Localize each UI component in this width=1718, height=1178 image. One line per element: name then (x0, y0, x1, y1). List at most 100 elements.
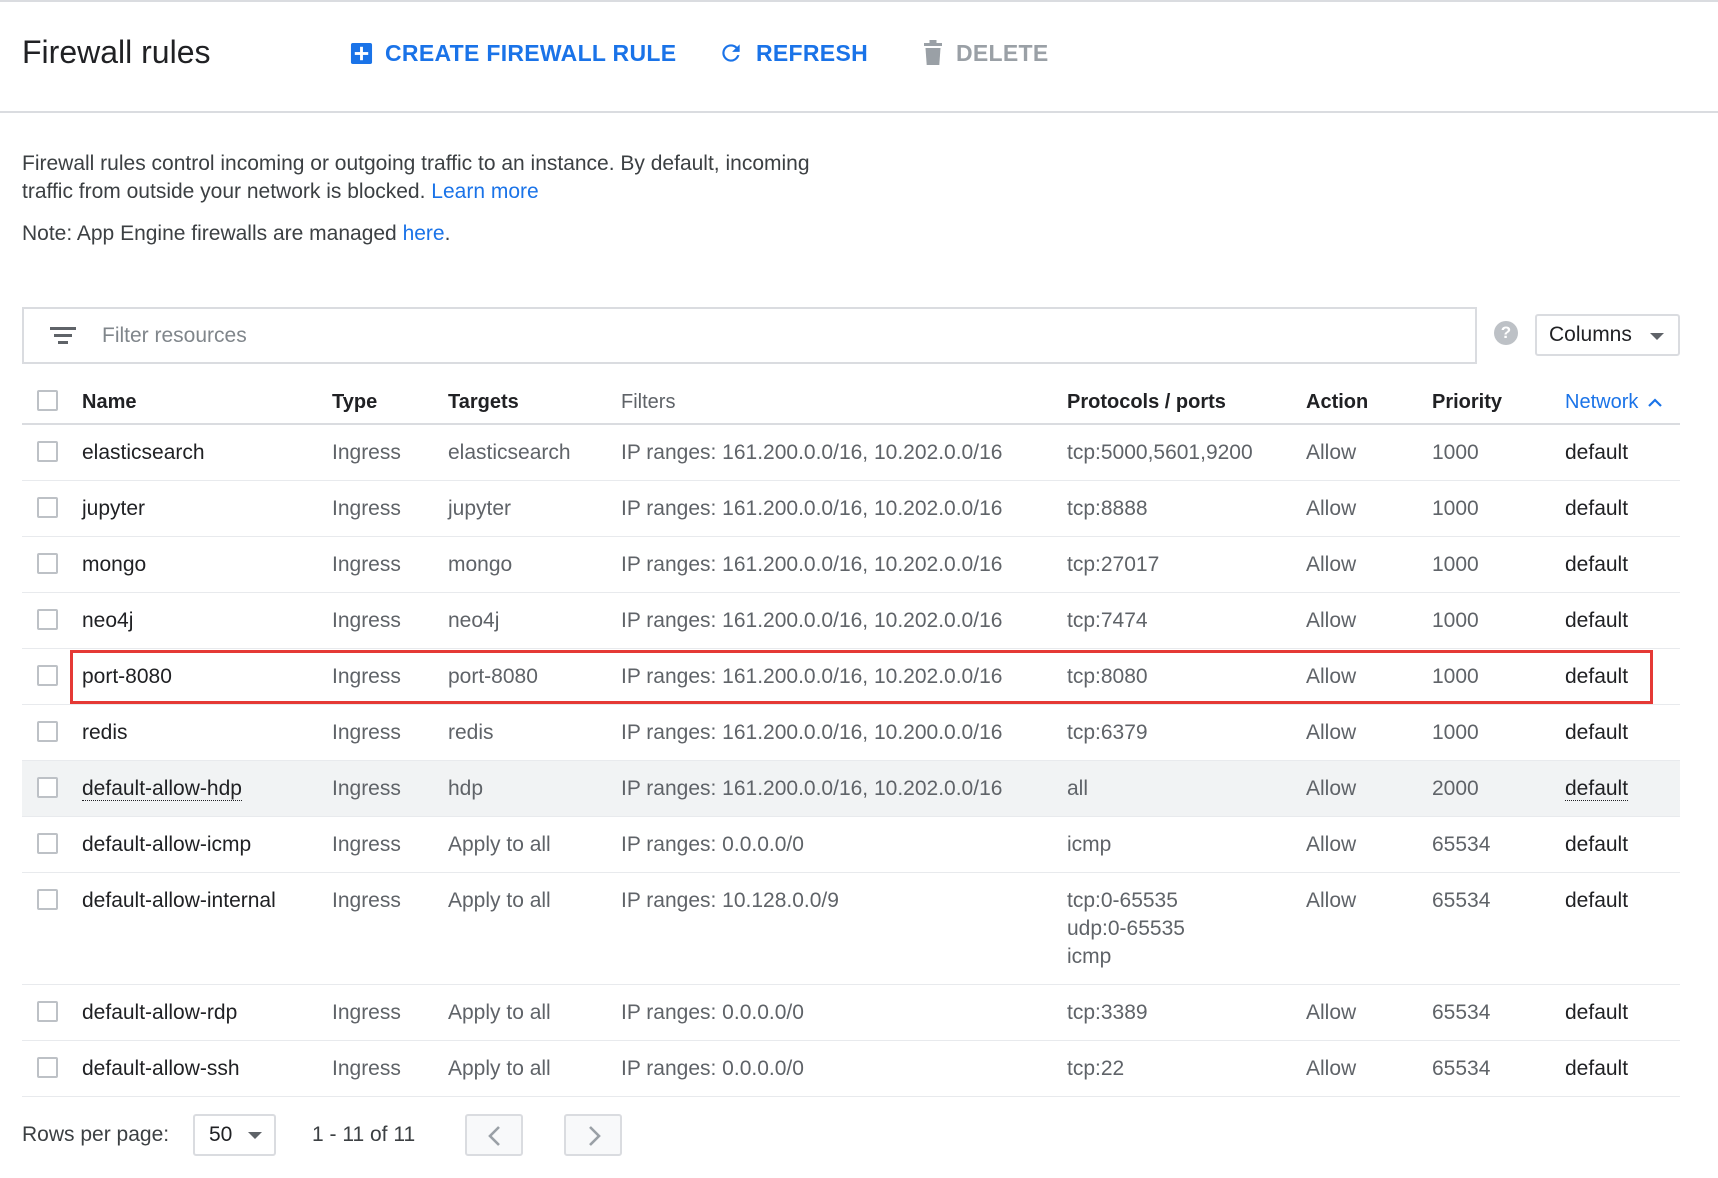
row-checkbox[interactable] (37, 609, 58, 630)
rule-name[interactable]: default-allow-icmp (82, 831, 251, 859)
chevron-right-icon (589, 1126, 601, 1146)
rule-name[interactable]: mongo (82, 551, 146, 579)
rule-name[interactable]: neo4j (82, 607, 133, 635)
row-checkbox[interactable] (37, 497, 58, 518)
rule-action: Allow (1306, 889, 1357, 912)
rule-filters: IP ranges: 0.0.0.0/0 (621, 1001, 804, 1024)
table-row[interactable]: elasticsearch Ingress elasticsearch IP rang… (22, 425, 1680, 481)
caret-down-icon (1650, 333, 1664, 340)
row-checkbox[interactable] (37, 553, 58, 574)
table-row[interactable]: default-allow-rdp Ingress Apply to all IP r… (22, 985, 1680, 1041)
refresh-button[interactable]: REFRESH (718, 38, 868, 68)
rule-protocols: all (1067, 775, 1088, 803)
create-firewall-rule-label: CREATE FIREWALL RULE (385, 40, 677, 66)
column-header-action[interactable]: Action (1306, 391, 1368, 414)
table-row[interactable]: default-allow-ssh Ingress Apply to all IP r… (22, 1041, 1680, 1097)
create-firewall-rule-button[interactable]: CREATE FIREWALL RULE (350, 38, 676, 68)
table-row[interactable]: port-8080 Ingress port-8080 IP ranges: 161.… (22, 649, 1680, 705)
rule-targets: elasticsearch (448, 441, 571, 464)
rule-network[interactable]: default (1565, 831, 1628, 859)
rule-action: Allow (1306, 553, 1357, 576)
rule-network[interactable]: default (1565, 719, 1628, 747)
rule-name[interactable]: redis (82, 719, 128, 747)
row-checkbox[interactable] (37, 665, 58, 686)
rule-name[interactable]: default-allow-hdp (82, 775, 242, 803)
rule-targets: Apply to all (448, 1057, 551, 1080)
rule-name[interactable]: default-allow-ssh (82, 1055, 240, 1083)
row-checkbox[interactable] (37, 777, 58, 798)
rule-protocol-entry: tcp:6379 (1067, 721, 1148, 744)
rule-network[interactable]: default (1565, 495, 1628, 523)
column-header-filters: Filters (621, 391, 676, 413)
column-header-name[interactable]: Name (82, 391, 136, 414)
columns-dropdown[interactable]: Columns (1535, 314, 1680, 356)
rule-protocol-entry: icmp (1067, 833, 1112, 856)
rule-name[interactable]: default-allow-rdp (82, 999, 237, 1027)
row-checkbox[interactable] (37, 441, 58, 462)
rule-protocols: icmp (1067, 831, 1111, 859)
rule-name[interactable]: port-8080 (82, 663, 172, 691)
rule-priority: 1000 (1432, 721, 1479, 744)
app-engine-here-link[interactable]: here (403, 222, 445, 245)
rule-name[interactable]: jupyter (82, 495, 145, 523)
rule-filters: IP ranges: 161.200.0.0/16, 10.202.0.0/16 (621, 777, 1003, 800)
rule-network[interactable]: default (1565, 775, 1629, 803)
rule-action: Allow (1306, 497, 1357, 520)
row-checkbox[interactable] (37, 889, 58, 910)
column-header-targets[interactable]: Targets (448, 391, 519, 414)
row-checkbox[interactable] (37, 1057, 58, 1078)
rule-targets: Apply to all (448, 1001, 551, 1024)
table-row[interactable]: neo4j Ingress neo4j IP ranges: 161.200.0.0/… (22, 593, 1680, 649)
column-header-priority[interactable]: Priority (1432, 391, 1502, 414)
learn-more-link[interactable]: Learn more (431, 180, 538, 203)
intro-description: Firewall rules control incoming or outgo… (22, 150, 842, 206)
page-title: Firewall rules (22, 34, 211, 70)
table-row[interactable]: default-allow-internal Ingress Apply to al… (22, 873, 1680, 985)
rule-network[interactable]: default (1565, 1055, 1628, 1083)
row-checkbox[interactable] (37, 721, 58, 742)
rule-protocol-entry: tcp:22 (1067, 1057, 1125, 1080)
rule-type: Ingress (332, 777, 401, 800)
rule-name[interactable]: default-allow-internal (82, 887, 276, 915)
column-header-network[interactable]: Network (1565, 391, 1663, 414)
table-row[interactable]: jupyter Ingress jupyter IP ranges: 161.200.… (22, 481, 1680, 537)
rule-protocol-entry: tcp:3389 (1067, 1001, 1148, 1024)
rule-filters: IP ranges: 0.0.0.0/0 (621, 1057, 804, 1080)
rule-network[interactable]: default (1565, 607, 1628, 635)
note-text: Note: App Engine firewalls are managed (22, 222, 403, 245)
rule-network[interactable]: default (1565, 663, 1628, 691)
column-header-protocols[interactable]: Protocols / ports (1067, 391, 1226, 414)
rule-network[interactable]: default (1565, 439, 1628, 467)
rule-targets: redis (448, 721, 494, 744)
rows-per-page-select[interactable]: 50 (193, 1114, 276, 1156)
rule-protocols: tcp:5000,5601,9200 (1067, 439, 1253, 467)
rule-filters: IP ranges: 161.200.0.0/16, 10.202.0.0/16 (621, 497, 1003, 520)
rule-targets: mongo (448, 553, 513, 576)
intro-text: Firewall rules control incoming or outgo… (22, 152, 810, 203)
select-all-checkbox[interactable] (37, 390, 58, 411)
delete-button[interactable]: DELETE (922, 38, 1049, 68)
column-header-type[interactable]: Type (332, 391, 377, 414)
row-checkbox[interactable] (37, 1001, 58, 1022)
rule-network[interactable]: default (1565, 551, 1628, 579)
rule-filters: IP ranges: 161.200.0.0/16, 10.200.0.0/16 (621, 721, 1003, 744)
next-page-button[interactable] (564, 1114, 622, 1156)
rule-type: Ingress (332, 721, 401, 744)
rule-protocol-entry: tcp:5000,5601,9200 (1067, 441, 1253, 464)
row-checkbox[interactable] (37, 833, 58, 854)
table-row[interactable]: mongo Ingress mongo IP ranges: 161.200.0.0/… (22, 537, 1680, 593)
rule-network[interactable]: default (1565, 999, 1628, 1027)
table-row[interactable]: default-allow-icmp Ingress Apply to all IP … (22, 817, 1680, 873)
rule-protocol-entry: tcp:8888 (1067, 497, 1148, 520)
table-row[interactable]: default-allow-hdp Ingress hdp IP ranges: 16… (22, 761, 1680, 817)
rule-network[interactable]: default (1565, 887, 1628, 915)
previous-page-button[interactable] (465, 1114, 523, 1156)
table-body: elasticsearch Ingress elasticsearch IP rang… (22, 425, 1680, 1097)
rule-name[interactable]: elasticsearch (82, 439, 205, 467)
help-icon[interactable]: ? (1494, 321, 1518, 345)
table-row[interactable]: redis Ingress redis IP ranges: 161.200.0.0/… (22, 705, 1680, 761)
rows-per-page-label: Rows per page: (22, 1123, 170, 1146)
rule-action: Allow (1306, 1001, 1357, 1024)
filter-resources-input[interactable] (102, 323, 1402, 348)
rule-filters: IP ranges: 161.200.0.0/16, 10.202.0.0/16 (621, 441, 1003, 464)
